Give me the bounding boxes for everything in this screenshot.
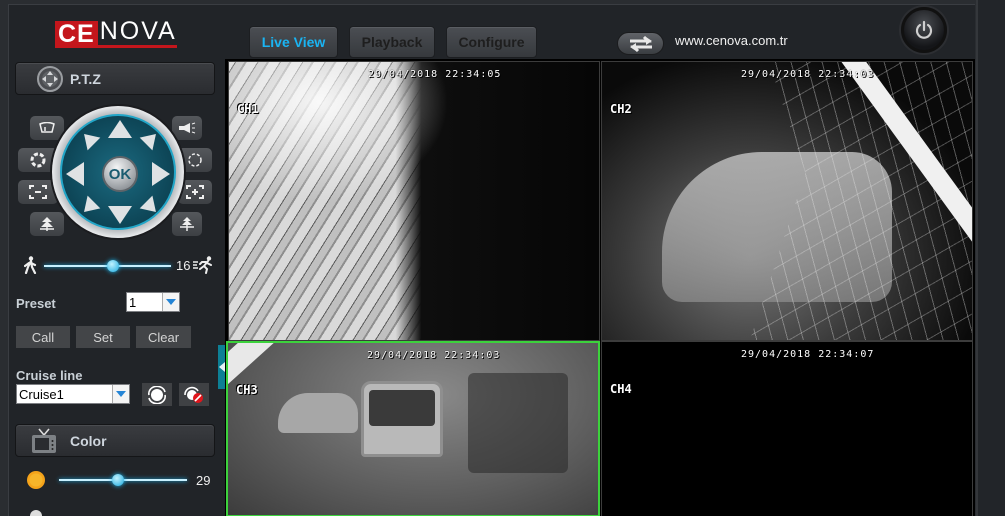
ch3-video-shadow xyxy=(468,373,568,473)
ptz-section-header[interactable]: P.T.Z xyxy=(15,62,215,95)
ch1-timestamp: 29/04/2018 22:34:05 xyxy=(368,69,502,80)
video-cell-ch1[interactable]: 29/04/2018 22:34:05 CH1 xyxy=(228,61,600,341)
ptz-speed-slider[interactable] xyxy=(44,258,171,274)
light-button[interactable] xyxy=(172,116,202,140)
walk-icon xyxy=(24,256,37,274)
iris-close-icon xyxy=(30,152,46,168)
ptz-down-button[interactable] xyxy=(108,206,132,224)
ptz-right-button[interactable] xyxy=(152,162,170,186)
ptz-down-left-button[interactable] xyxy=(77,195,101,219)
logo-ce: CE xyxy=(55,21,98,48)
video-cell-ch3[interactable]: 29/04/2018 22:34:03 CH3 xyxy=(226,341,600,516)
swap-arrows-icon xyxy=(629,35,652,52)
cruise-start-button[interactable] xyxy=(142,383,172,406)
preset-label: Preset xyxy=(16,296,56,311)
tab-playback[interactable]: Playback xyxy=(349,26,435,58)
ch1-label: CH1 xyxy=(237,102,259,116)
color-title: Color xyxy=(70,432,107,449)
color-section-header[interactable]: Color xyxy=(15,424,215,457)
ch2-timestamp: 29/04/2018 22:34:03 xyxy=(741,69,875,80)
tab-configure[interactable]: Configure xyxy=(446,26,537,58)
website-link[interactable]: www.cenova.com.tr xyxy=(675,33,788,48)
joystick-pad: OK xyxy=(60,114,176,230)
power-button[interactable] xyxy=(901,7,947,53)
wiper-button[interactable] xyxy=(30,116,64,140)
ptz-down-right-button[interactable] xyxy=(139,195,163,219)
cruise-line-select-value: Cruise1 xyxy=(19,386,64,402)
run-icon xyxy=(193,256,212,274)
tv-icon xyxy=(32,427,56,453)
power-icon xyxy=(915,20,933,39)
cruise-stop-icon xyxy=(184,386,203,403)
zoom-in-button[interactable] xyxy=(178,180,212,204)
preset-set-button[interactable]: Set xyxy=(76,326,130,348)
ch4-timestamp: 29/04/2018 22:34:07 xyxy=(741,349,875,360)
wiper-icon xyxy=(39,122,55,133)
video-cell-ch2[interactable]: 29/04/2018 22:34:03 CH2 xyxy=(601,61,973,341)
chevron-down-icon xyxy=(162,293,179,311)
ptz-speed-value: 16 xyxy=(176,258,191,273)
cruise-line-label: Cruise line xyxy=(16,368,83,383)
ptz-title: P.T.Z xyxy=(70,70,101,87)
cruise-start-icon xyxy=(148,385,166,404)
ptz-speed-knob[interactable] xyxy=(106,260,119,272)
tab-live-view[interactable]: Live View xyxy=(249,26,338,58)
zoom-in-icon xyxy=(186,185,204,199)
brightness-value: 29 xyxy=(196,473,211,488)
ch3-label: CH3 xyxy=(236,383,258,397)
focus-far-button[interactable] xyxy=(172,212,202,236)
control-sidebar: P.T.Z OK 16 Preset 1 Call Set Clear Crui… xyxy=(8,58,218,516)
preset-select-value: 1 xyxy=(129,294,137,310)
focus-near-button[interactable] xyxy=(30,212,64,236)
ptz-up-button[interactable] xyxy=(108,120,132,138)
ch2-label: CH2 xyxy=(610,102,632,116)
zoom-out-button[interactable] xyxy=(18,180,58,204)
ptz-up-right-button[interactable] xyxy=(139,127,163,151)
ch3-video-van xyxy=(361,381,443,457)
ch3-video-car xyxy=(278,393,358,433)
ch3-timestamp: 29/04/2018 22:34:03 xyxy=(367,350,501,361)
brightness-slider[interactable] xyxy=(59,472,187,488)
iris-open-icon xyxy=(188,153,202,167)
preset-clear-button[interactable]: Clear xyxy=(136,326,191,348)
zoom-out-icon xyxy=(29,185,47,199)
cruise-line-select[interactable]: Cruise1 xyxy=(16,384,130,404)
sun-icon xyxy=(27,471,45,489)
ptz-ok-button[interactable]: OK xyxy=(102,156,138,192)
preset-select[interactable]: 1 xyxy=(126,292,180,312)
preset-call-button[interactable]: Call xyxy=(16,326,70,348)
ch4-video-feed xyxy=(602,342,972,516)
ptz-dpad-icon xyxy=(37,65,63,92)
ptz-left-button[interactable] xyxy=(66,162,84,186)
brightness-knob[interactable] xyxy=(111,474,124,486)
focus-near-icon xyxy=(40,217,54,231)
ch1-video-glow xyxy=(229,62,449,202)
contrast-icon xyxy=(30,510,42,516)
ch4-label: CH4 xyxy=(610,382,632,396)
light-icon xyxy=(179,122,196,134)
chevron-down-icon xyxy=(112,385,129,403)
video-cell-ch4[interactable]: 29/04/2018 22:34:07 CH4 xyxy=(601,341,973,516)
swap-layout-button[interactable] xyxy=(617,32,664,55)
focus-far-icon xyxy=(180,217,194,231)
right-edge-strip xyxy=(976,0,1005,516)
video-grid: 29/04/2018 22:34:05 CH1 29/04/2018 22:34… xyxy=(225,59,975,516)
cruise-stop-button[interactable] xyxy=(179,383,209,406)
cenova-logo: CE NOVA xyxy=(55,18,177,48)
logo-nova: NOVA xyxy=(97,18,177,48)
ptz-joystick: OK xyxy=(52,106,184,238)
ptz-up-left-button[interactable] xyxy=(77,127,101,151)
